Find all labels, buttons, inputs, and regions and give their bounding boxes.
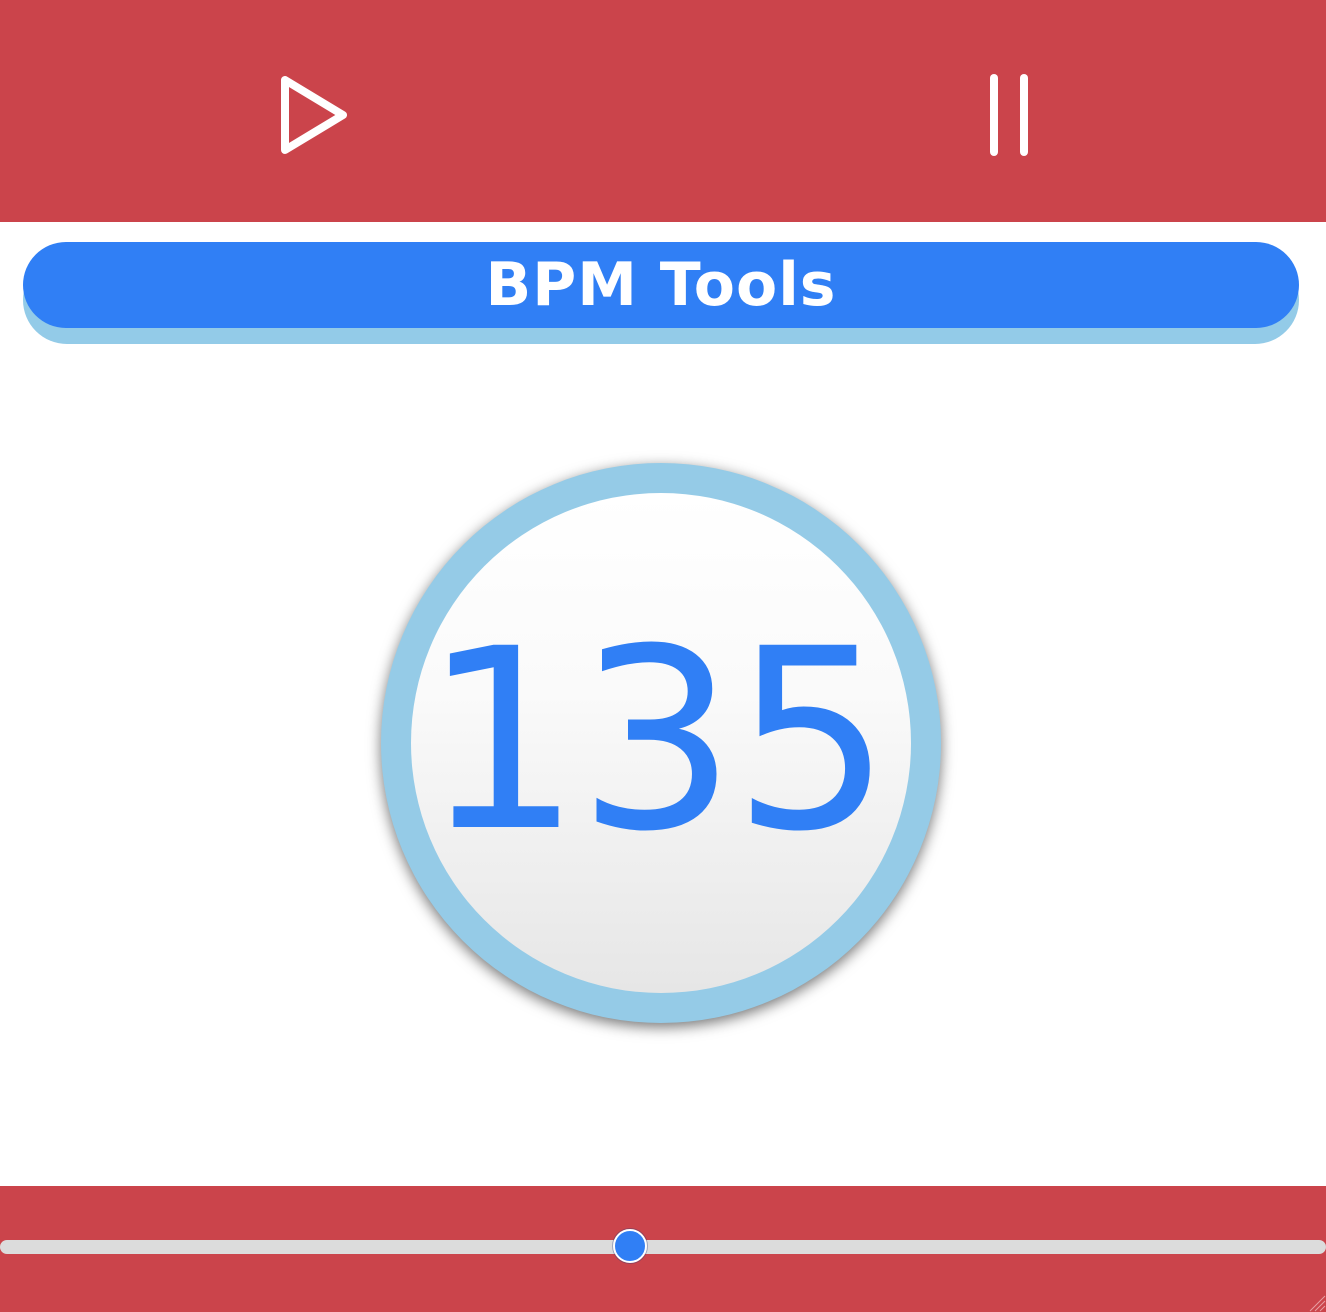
bpm-slider-track[interactable] xyxy=(0,1240,1326,1254)
bpm-slider-thumb[interactable] xyxy=(612,1229,647,1263)
bpm-tap-dial[interactable]: 135 xyxy=(381,463,941,1023)
bpm-dial-face: 135 xyxy=(411,493,911,993)
transport-bar xyxy=(0,0,1326,222)
pause-icon xyxy=(990,74,1028,156)
play-icon xyxy=(281,76,347,154)
app-title: BPM Tools xyxy=(23,242,1299,328)
play-button[interactable] xyxy=(258,60,368,170)
bpm-tools-app: BPM Tools 135 xyxy=(0,0,1326,1312)
resize-grip-icon[interactable] xyxy=(1304,1290,1326,1312)
bpm-value: 135 xyxy=(422,595,891,886)
pause-button[interactable] xyxy=(954,60,1064,170)
